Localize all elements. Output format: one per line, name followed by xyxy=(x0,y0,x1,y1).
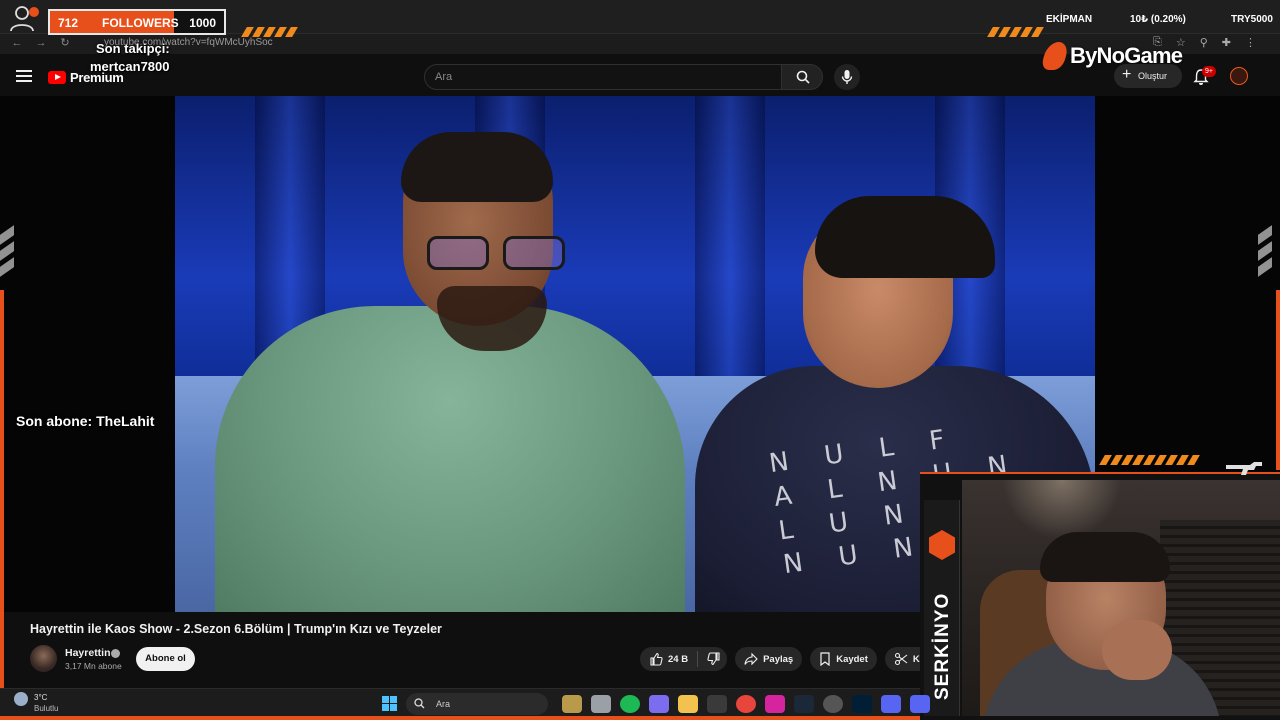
voice-search-button[interactable] xyxy=(834,64,860,90)
folder-icon[interactable] xyxy=(678,695,698,713)
save-button[interactable]: Kaydet xyxy=(810,647,877,671)
search-button[interactable] xyxy=(781,64,823,90)
overlay-stripes xyxy=(241,27,298,37)
copilot-icon[interactable] xyxy=(649,695,669,713)
taskbar-search[interactable]: Ara xyxy=(406,693,548,715)
overlay-stripes xyxy=(987,27,1044,37)
donation-progress: 10₺ (0.20%) xyxy=(1130,14,1186,25)
back-icon[interactable]: ← xyxy=(10,36,24,50)
streamer-name: SERKİNYO xyxy=(932,592,953,700)
bynogame-text: ByNoGame xyxy=(1070,43,1183,68)
latest-follower-label: Son takipçi: xyxy=(96,41,170,56)
streamer-hair xyxy=(1040,532,1170,582)
windows-start-icon[interactable] xyxy=(382,696,397,711)
share-label: Paylaş xyxy=(763,653,794,665)
followers-goal-bar: 712 FOLLOWERS 1000 xyxy=(48,9,226,35)
menu-icon[interactable] xyxy=(16,70,32,82)
right-person-hair xyxy=(815,196,995,278)
share-button[interactable]: Paylaş xyxy=(735,647,803,671)
equipment-label: EKİPMAN xyxy=(1046,14,1093,25)
bynogame-mark-icon xyxy=(1040,42,1070,70)
streamer-hand xyxy=(1102,620,1172,680)
weather-condition: Bulutlu xyxy=(34,704,59,713)
webcam-feed xyxy=(962,480,1280,716)
puzzle-icon[interactable]: ✚ xyxy=(1222,36,1231,49)
cloud-icon xyxy=(14,692,28,706)
extension-icon-2[interactable]: ⚲ xyxy=(1200,36,1208,49)
video-actions: 24 B Paylaş Kaydet Klip xyxy=(640,647,940,671)
video-title: Hayrettin ile Kaos Show - 2.Sezon 6.Bölü… xyxy=(30,622,442,636)
left-person-sweater xyxy=(215,306,685,612)
reload-icon[interactable]: ↻ xyxy=(58,36,72,50)
thumbs-up-icon[interactable] xyxy=(649,652,663,666)
search-input[interactable]: Ara xyxy=(424,64,782,90)
forward-icon[interactable]: → xyxy=(34,36,48,50)
followers-count: 712 xyxy=(58,16,79,30)
notification-badge: 9+ xyxy=(1202,66,1216,77)
discord-icon[interactable] xyxy=(910,695,930,713)
taskbar-search-icon xyxy=(414,698,425,709)
obs-icon[interactable] xyxy=(823,695,843,713)
followers-goal: 1000 xyxy=(189,16,216,30)
save-label: Kaydet xyxy=(836,653,868,665)
rifle-icon xyxy=(1226,462,1262,475)
instagram-icon[interactable] xyxy=(765,695,785,713)
subscriber-count: 3,17 Mn abone xyxy=(65,661,122,671)
bynogame-logo: ByNoGame xyxy=(1040,42,1183,70)
share-icon xyxy=(744,652,758,666)
search-icon xyxy=(796,70,810,84)
bookmark-icon xyxy=(820,652,830,666)
overlay-stripes xyxy=(1099,455,1200,465)
overlay-frame-left xyxy=(0,290,4,710)
donation-goal: TRY5000 xyxy=(1231,14,1273,25)
curtain-fold xyxy=(695,96,765,386)
channel-avatar[interactable] xyxy=(30,645,57,672)
store-icon[interactable] xyxy=(707,695,727,713)
chrome-icon[interactable] xyxy=(736,695,756,713)
account-avatar[interactable] xyxy=(1230,67,1248,85)
screen: ← → ↻ youtube.com/watch?v=fqWMcUyhSoc ⎘ … xyxy=(0,0,1280,720)
channel-name[interactable]: Hayrettin xyxy=(65,647,111,659)
ceiling-light xyxy=(1002,480,1122,540)
verified-icon xyxy=(111,649,120,658)
menu-dots-icon[interactable]: ⋮ xyxy=(1245,36,1256,49)
youtube-play-icon xyxy=(48,71,66,84)
latest-follower-name: mertcan7800 xyxy=(90,59,170,74)
sunglasses xyxy=(427,236,587,272)
latest-subscriber: Son abone: TheLahit xyxy=(16,413,155,429)
file-icon[interactable] xyxy=(591,695,611,713)
add-user-icon xyxy=(10,6,39,32)
overlay-chevron-right xyxy=(1258,225,1278,290)
spotify-icon[interactable] xyxy=(620,695,640,713)
left-person-hair xyxy=(401,132,553,202)
steam-icon[interactable] xyxy=(794,695,814,713)
overlay-frame-right xyxy=(1276,290,1280,470)
followers-label: FOLLOWERS xyxy=(102,16,179,30)
like-dislike-group: 24 B xyxy=(640,647,728,671)
discord-icon-2[interactable] xyxy=(881,695,901,713)
photoshop-icon[interactable] xyxy=(852,695,872,713)
thumbs-down-icon[interactable] xyxy=(707,652,721,666)
latest-follower: Son takipçi: mertcan7800 xyxy=(90,40,170,76)
weather-temperature: 3°C xyxy=(34,693,48,702)
overlay-chevron-left xyxy=(0,225,20,290)
microphone-icon xyxy=(841,70,853,84)
scissors-icon xyxy=(894,652,908,666)
bushes-app-icon[interactable] xyxy=(562,695,582,713)
taskbar-apps xyxy=(562,695,930,713)
like-count[interactable]: 24 B xyxy=(668,654,688,665)
subscribe-button[interactable]: Abone ol xyxy=(136,647,195,671)
